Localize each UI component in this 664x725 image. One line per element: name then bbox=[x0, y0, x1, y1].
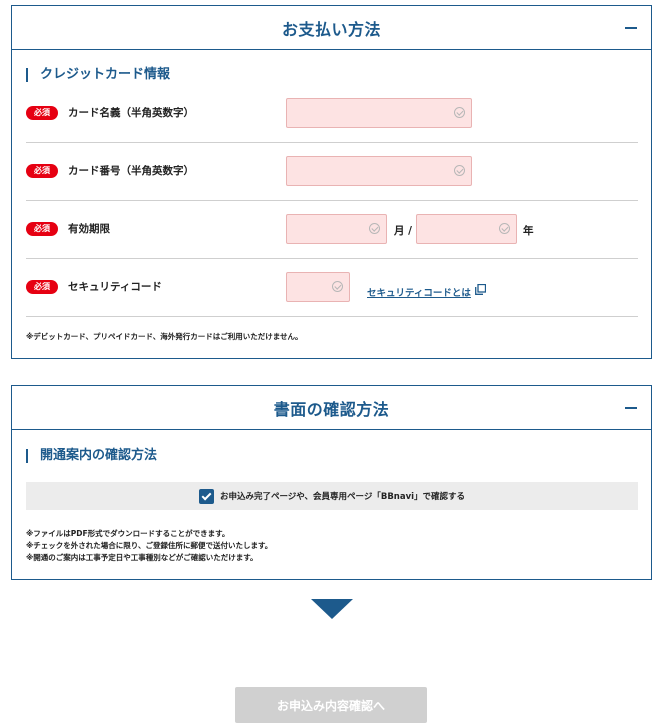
card-name-input[interactable] bbox=[286, 98, 472, 128]
check-circle-icon bbox=[499, 223, 510, 234]
document-panel-header[interactable]: 書面の確認方法 bbox=[12, 386, 651, 430]
expiry-month-select[interactable] bbox=[286, 214, 387, 244]
external-link-icon[interactable] bbox=[475, 284, 486, 295]
payment-panel-title: お支払い方法 bbox=[281, 19, 381, 39]
expiry-year-select[interactable] bbox=[416, 214, 517, 244]
required-badge: 必須 bbox=[26, 106, 58, 120]
check-circle-icon bbox=[369, 223, 380, 234]
payment-panel: お支払い方法 クレジットカード情報 必須 カード名義（半角英数字） 必須 カード… bbox=[11, 5, 652, 359]
expiry-label: 有効期限 bbox=[68, 223, 110, 235]
collapse-icon[interactable] bbox=[625, 407, 637, 409]
payment-panel-header[interactable]: お支払い方法 bbox=[12, 6, 651, 50]
expiry-row: 必須 有効期限 月 / 年 bbox=[26, 201, 638, 259]
card-note: ※デビットカード、プリペイドカード、海外発行カードはご利用いただけません。 bbox=[26, 332, 303, 341]
security-code-input[interactable] bbox=[286, 272, 350, 302]
credit-card-section-title: クレジットカード情報 bbox=[26, 68, 170, 82]
required-badge: 必須 bbox=[26, 280, 58, 294]
security-code-row: 必須 セキュリティコード セキュリティコードとは bbox=[26, 259, 638, 317]
collapse-icon[interactable] bbox=[625, 27, 637, 29]
check-circle-icon bbox=[454, 107, 465, 118]
confirm-option[interactable]: お申込み完了ページや、会員専用ページ「BBnavi」で確認する bbox=[26, 482, 638, 510]
document-panel: 書面の確認方法 開通案内の確認方法 お申込み完了ページや、会員専用ページ「BBn… bbox=[11, 385, 652, 580]
card-number-label: カード番号（半角英数字） bbox=[68, 165, 194, 177]
required-badge: 必須 bbox=[26, 222, 58, 236]
confirm-checkbox-label[interactable]: お申込み完了ページや、会員専用ページ「BBnavi」で確認する bbox=[220, 490, 465, 502]
check-circle-icon bbox=[454, 165, 465, 176]
down-arrow-icon bbox=[311, 599, 353, 619]
confirm-application-button[interactable]: お申込み内容確認へ bbox=[235, 687, 427, 723]
document-note-3: ※開通のご案内は工事予定日や工事種別などがご確認いただけます。 bbox=[26, 553, 258, 562]
card-name-label: カード名義（半角英数字） bbox=[68, 107, 194, 119]
confirm-checkbox[interactable] bbox=[198, 488, 214, 504]
document-note-2: ※チェックを外された場合に限り、ご登録住所に郵便で送付いたします。 bbox=[26, 541, 273, 550]
card-number-row: 必須 カード番号（半角英数字） bbox=[26, 143, 638, 201]
month-unit: 月 / bbox=[394, 225, 412, 237]
year-unit: 年 bbox=[523, 225, 534, 237]
check-circle-icon bbox=[332, 281, 343, 292]
document-note-1: ※ファイルはPDF形式でダウンロードすることができます。 bbox=[26, 529, 230, 538]
security-code-help-link[interactable]: セキュリティコードとは bbox=[367, 285, 471, 299]
guidance-section-title: 開通案内の確認方法 bbox=[26, 449, 157, 463]
security-code-label: セキュリティコード bbox=[68, 281, 162, 293]
document-panel-title: 書面の確認方法 bbox=[273, 399, 390, 419]
card-name-row: 必須 カード名義（半角英数字） bbox=[26, 85, 638, 143]
required-badge: 必須 bbox=[26, 164, 58, 178]
card-number-input[interactable] bbox=[286, 156, 472, 186]
